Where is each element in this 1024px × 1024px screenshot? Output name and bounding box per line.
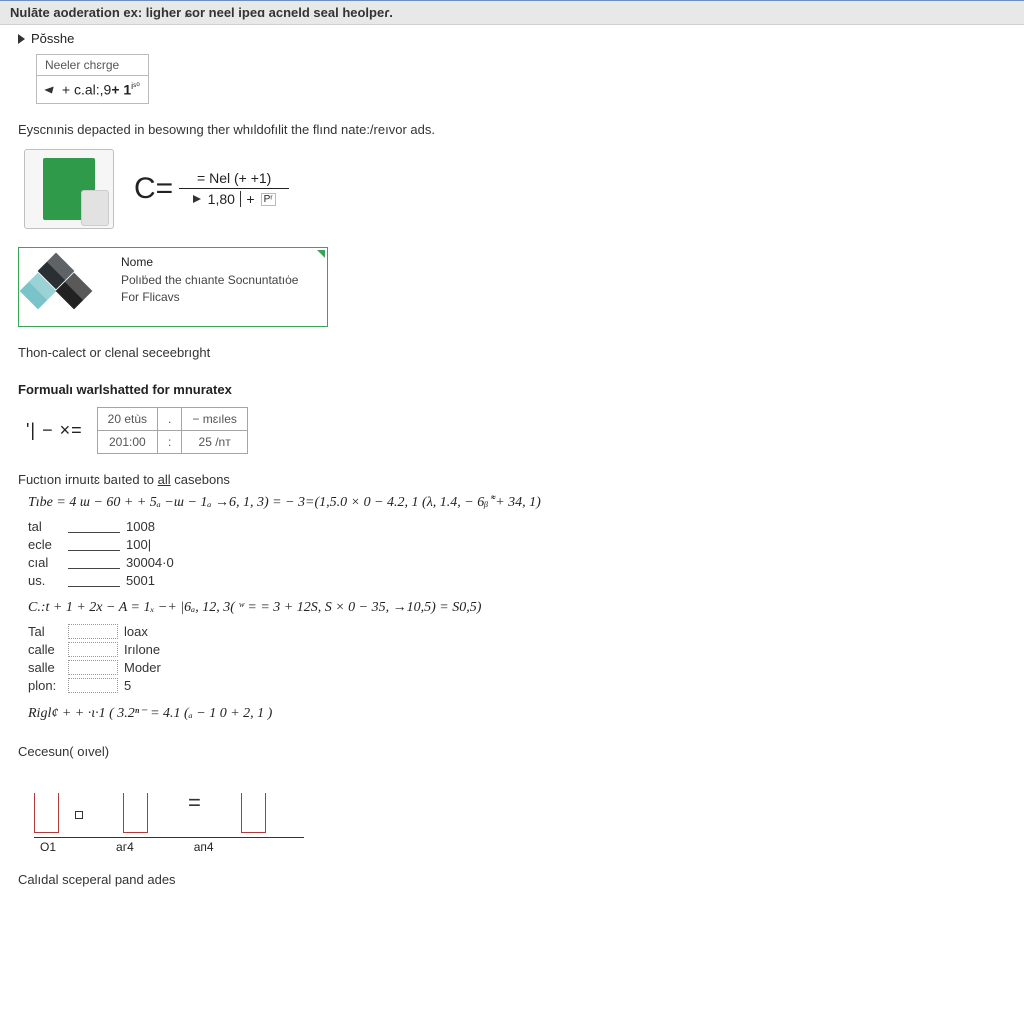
list-row: calleIrılone [28, 642, 1006, 657]
expand-row[interactable]: Pŏsshe [18, 25, 1006, 52]
ix-cell: 20 etùs [97, 407, 157, 430]
list-row: Talloax [28, 624, 1006, 639]
equation-3: Rigl¢ + + ·ι·1 ( 3.2ⁿ⁻ = 4.1 (ₐ − 1 0 + … [28, 705, 1006, 722]
ix-cell: : [158, 430, 182, 453]
small-table-expr: + c.al:,9+ 1iˢ⁰ [37, 76, 149, 104]
diagram-row: = [34, 773, 1006, 833]
heading-thon: Thon-calect or clenal seceebrıght [18, 345, 1006, 360]
axis-label: aг4 [116, 840, 134, 854]
underline-field[interactable] [68, 555, 120, 569]
ix-left: '| − ×= [26, 420, 83, 441]
card-line-1: Polıḃed the chıante Socnuntatıȯe [121, 272, 298, 289]
cubes-icon [25, 254, 111, 318]
small-square-icon [75, 811, 83, 819]
card-text: Nome Polıḃed the chıante Socnuntatıȯe Fo… [121, 254, 298, 307]
card-title: Nome [121, 254, 298, 271]
axis-labels: O1 aг4 aп4 [40, 840, 1006, 854]
underline-field[interactable] [68, 519, 120, 533]
open-box-icon [241, 793, 266, 833]
fraction: = Nel (+ +1) 1,80 + Pʳ [179, 168, 289, 209]
small-table: Neeler chɛrge + c.al:,9+ 1iˢ⁰ [36, 54, 149, 104]
list-row: tal1008 [28, 519, 1006, 534]
triangle-right-icon [18, 34, 25, 44]
list-row: plon:5 [28, 678, 1006, 693]
list-row: ecle100| [28, 537, 1006, 552]
card-line-2: For Flicavs [121, 289, 298, 306]
arrow-right-icon [193, 195, 201, 203]
axis-line [34, 837, 304, 838]
list-row: salleModer [28, 660, 1006, 675]
underline-field[interactable] [68, 537, 120, 551]
dotted-field[interactable] [68, 624, 118, 639]
dotted-field[interactable] [68, 660, 118, 675]
big-c-equals: C= = Nel (+ +1) 1,80 + Pʳ [134, 168, 289, 209]
heading-formula: Formualı warlshatted for mnuratex [18, 382, 1006, 397]
ix-cell: − mɛıles [182, 407, 248, 430]
info-card[interactable]: Nome Polıḃed the chıante Socnuntatıȯe Fo… [18, 247, 328, 327]
axis-label: aп4 [194, 840, 214, 854]
product-thumbnail [24, 149, 114, 229]
list-row: us.5001 [28, 573, 1006, 588]
dotted-field[interactable] [68, 678, 118, 693]
intro-text-1: Eyscnınis depacted in besowıng ther whıl… [18, 122, 1006, 137]
expand-label: Pŏsshe [31, 31, 74, 46]
small-table-header: Neeler chɛrge [37, 55, 149, 76]
open-box-icon [34, 793, 59, 833]
heading-cecesun: Cecesun( oıvel) [18, 744, 1006, 759]
list-block-1: tal1008 ecle100| cıal30004·0 us.5001 [28, 519, 1006, 588]
formula-row-1: C= = Nel (+ +1) 1,80 + Pʳ [24, 149, 1006, 229]
heading-calidal: Calıdal sceperal pand ades [18, 872, 1006, 887]
equation-1: Tıbe = 4 ɯ − 60 + + 5ₐ −ɯ − 1ₐ →6, 1, 3)… [28, 495, 1006, 511]
equation-2: C.:t + 1 + 2x − A = 1ₓ −+ |6ₐ, 12, 3( ʷ … [28, 600, 1006, 616]
ix-table: 20 etùs . − mɛıles 201:00 : 25 /nт [97, 407, 248, 454]
open-box-icon [123, 793, 148, 833]
header-bar: Nulāte aoderation ex: ligher ɕor neel ip… [0, 0, 1024, 25]
axis-label: O1 [40, 840, 56, 854]
main-content: Pŏsshe Neeler chɛrge + c.al:,9+ 1iˢ⁰ Eys… [0, 25, 1024, 915]
heading-fuction: Fuctıon irnuıtɛ baıted to all casebons [18, 472, 1006, 487]
equals-sign: = [188, 790, 201, 816]
ix-formula-row: '| − ×= 20 etùs . − mɛıles 201:00 : 25 /… [26, 407, 1006, 454]
ix-cell: 201:00 [97, 430, 157, 453]
fraction-bottom: 1,80 + Pʳ [179, 189, 289, 209]
cursor-caret-icon [240, 191, 242, 207]
arrow-down-right-icon [44, 86, 55, 95]
list-block-2: Talloax calleIrılone salleModer plon:5 [28, 624, 1006, 693]
super-box: Pʳ [261, 193, 276, 206]
all-link[interactable]: all [158, 472, 171, 487]
list-row: cıal30004·0 [28, 555, 1006, 570]
ix-cell: 25 /nт [182, 430, 248, 453]
header-title: Nulāte aoderation ex: ligher ɕor neel ip… [10, 5, 393, 20]
fraction-top: = Nel (+ +1) [179, 168, 289, 189]
underline-field[interactable] [68, 573, 120, 587]
ix-cell: . [158, 407, 182, 430]
dotted-field[interactable] [68, 642, 118, 657]
